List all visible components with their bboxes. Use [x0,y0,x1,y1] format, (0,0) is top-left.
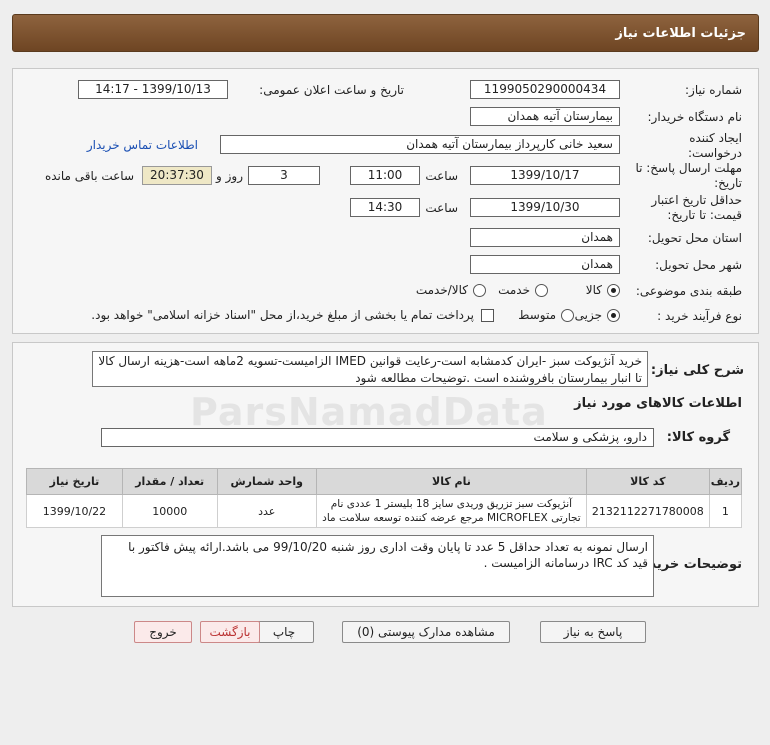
need-number-label: شماره نیاز: [685,83,742,97]
payment-note: پرداخت تمام یا بخشی از مبلغ خرید،از محل … [91,308,474,322]
process-radio-medium[interactable] [561,309,574,322]
goods-section-title: اطلاعات کالاهای مورد نیاز [574,396,742,411]
validity-time-label: ساعت [425,201,458,215]
process-option-medium: متوسط [518,308,556,322]
col-date: تاریخ نیاز [26,468,123,495]
cell-qty: 10000 [121,494,218,528]
contact-info-link[interactable]: اطلاعات تماس خریدار [87,138,198,152]
city-label: شهر محل تحویل: [655,258,742,272]
cell-row: 1 [708,494,743,528]
print-button[interactable]: چاپ [254,621,314,643]
creator-field: سعید خانی کارپرداز بیمارستان آتیه همدان [220,135,620,154]
reply-button[interactable]: پاسخ به نیاز [540,621,646,643]
announce-field: 1399/10/13 - 14:17 [78,80,228,99]
validity-date-field: 1399/10/30 [470,198,620,217]
buyer-org-label: نام دستگاه خریدار: [647,110,743,124]
back-button[interactable]: بازگشت [200,621,260,643]
category-option-service: خدمت [498,283,530,297]
description-line-2: تا انبار بیمارستان بافروشنده است .توضیحا… [355,371,642,385]
goods-table-header: ردیف کد کالا نام کالا واحد شمارش تعداد /… [26,468,743,495]
goods-table: ردیف کد کالا نام کالا واحد شمارش تعداد /… [26,468,743,528]
process-label: نوع فرآیند خرید : [657,309,742,323]
category-option-goods: کالا [585,283,602,297]
goods-group-label: گروه کالا: [666,430,730,445]
info-panel: شماره نیاز: 1199050290000434 تاریخ و ساع… [12,68,759,334]
col-code: کد کالا [585,468,710,495]
buyer-org-field: بیمارستان آتیه همدان [470,107,620,126]
validity-label: حداقل تاریخ اعتبار قیمت: تا تاریخ: [651,193,742,222]
category-radio-service[interactable] [535,284,548,297]
creator-label: ایجاد کننده درخواست: [688,131,742,160]
category-radio-goods[interactable] [607,284,620,297]
table-row: 1 2132112271780008 آنژیوکت سبز تزریق وری… [26,494,743,528]
buyer-notes-line-1: ارسال نمونه به تعداد حداقل 5 عدد تا پایا… [128,540,648,554]
province-label: استان محل تحویل: [647,231,742,245]
cell-name-line-2: تجارتی MICROFLEX مرجع عرضه کننده توسعه س… [322,512,581,524]
cell-name-line-1: آنژیوکت سبز تزریق وریدی سایز 18 بلیستر 1… [330,498,573,510]
page-title: جزئیات اطلاعات نیاز [12,14,759,52]
description-box: خرید آنژیوکت سبز -ایران کدمشابه است-رعای… [92,351,648,387]
exit-button[interactable]: خروج [134,621,192,643]
process-radio-minor[interactable] [607,309,620,322]
details-panel: شرح کلی نیاز: خرید آنژیوکت سبز -ایران کد… [12,342,759,607]
cell-code: 2132112271780008 [585,494,710,528]
category-radio-both[interactable] [473,284,486,297]
need-number-field: 1199050290000434 [470,80,620,99]
deadline-label: مهلت ارسال پاسخ: تا تاریخ: [635,161,742,190]
validity-time-field: 14:30 [350,198,420,217]
page: جزئیات اطلاعات نیاز شماره نیاز: 11990502… [0,0,770,745]
days-field: 3 [248,166,320,185]
city-field: همدان [470,255,620,274]
attachments-button[interactable]: مشاهده مدارک پیوستی (0) [342,621,510,643]
cell-date: 1399/10/22 [26,494,123,528]
process-option-minor: جزیی [574,308,602,322]
announce-label: تاریخ و ساعت اعلان عمومی: [259,83,404,97]
category-option-both: کالا/خدمت [415,283,468,297]
remaining-time-field: 20:37:30 [142,166,212,185]
deadline-time-label: ساعت [425,169,458,183]
cell-name: آنژیوکت سبز تزریق وریدی سایز 18 بلیستر 1… [316,494,587,528]
deadline-date-field: 1399/10/17 [470,166,620,185]
col-name: نام کالا [316,468,587,495]
col-unit: واحد شمارش [216,468,317,495]
col-row: ردیف [708,468,743,495]
buyer-notes-box: ارسال نمونه به تعداد حداقل 5 عدد تا پایا… [101,535,654,597]
province-field: همدان [470,228,620,247]
days-label: روز و [216,169,243,183]
description-line-1: خرید آنژیوکت سبز -ایران کدمشابه است-رعای… [98,354,642,368]
treasury-payment-checkbox[interactable] [481,309,494,322]
buyer-notes-line-2: قید کد IRC درسامانه الزامیست . [483,556,648,570]
deadline-time-field: 11:00 [350,166,420,185]
watermark: ParsNamadData [190,390,548,434]
col-qty: تعداد / مقدار [121,468,218,495]
category-label: طبقه بندی موضوعی: [635,284,742,298]
cell-unit: عدد [216,494,317,528]
remaining-label: ساعت باقی مانده [44,169,134,183]
description-label: شرح کلی نیاز: [650,363,744,378]
